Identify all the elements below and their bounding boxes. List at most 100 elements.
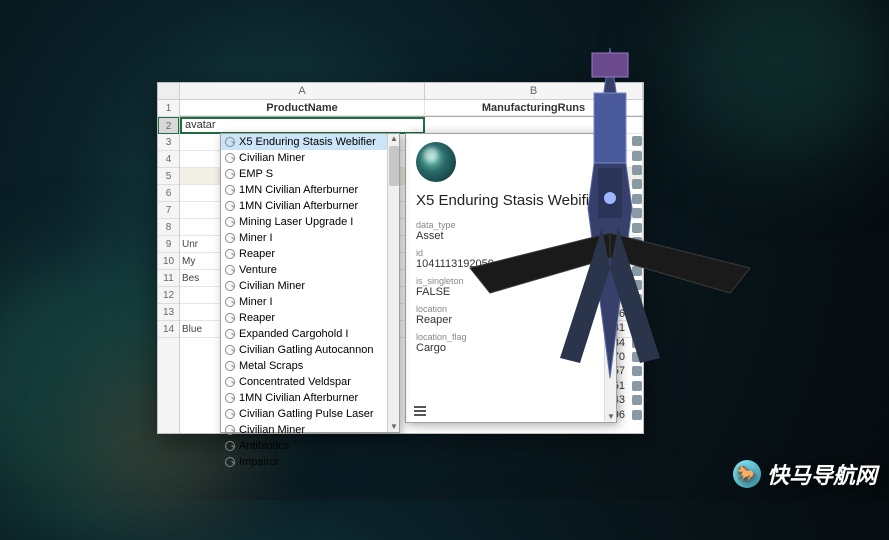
dropdown-item[interactable]: 1MN Civilian Afterburner — [221, 390, 399, 406]
dropdown-item[interactable]: Reaper — [221, 246, 399, 262]
dropdown-item[interactable]: X5 Enduring Stasis Webifier — [221, 134, 399, 150]
scroll-down-icon[interactable]: ▼ — [390, 422, 398, 432]
dropdown-item-label: Civilian Miner — [239, 422, 305, 438]
row-header[interactable]: 7 — [158, 202, 179, 219]
row-header[interactable]: 3 — [158, 134, 179, 151]
active-cell-A2[interactable]: avatar — [180, 117, 425, 134]
card-field-value: Asset — [416, 230, 606, 242]
entity-type-icon — [225, 217, 235, 227]
entity-type-icon — [225, 281, 235, 291]
dropdown-item-label: Metal Scraps — [239, 358, 303, 374]
dropdown-item[interactable]: Reaper — [221, 310, 399, 326]
entity-type-icon — [225, 377, 235, 387]
card-menu-icon[interactable] — [414, 406, 426, 416]
cell[interactable] — [425, 117, 643, 134]
item-mini-icon — [632, 410, 642, 420]
item-mini-icon — [632, 323, 642, 333]
item-mini-icon — [632, 251, 642, 261]
row-header[interactable]: 14 — [158, 321, 179, 338]
entity-type-icon — [225, 425, 235, 435]
card-title: X5 Enduring Stasis Webifier — [416, 192, 606, 210]
row-header[interactable]: 1 — [158, 100, 179, 117]
dropdown-item-label: Reaper — [239, 246, 275, 262]
cell-partial-text: My — [182, 253, 195, 270]
column-header-A[interactable]: A — [180, 83, 425, 99]
dropdown-item[interactable]: Mining Laser Upgrade I — [221, 214, 399, 230]
item-mini-icon — [632, 280, 642, 290]
dropdown-item[interactable]: Miner I — [221, 230, 399, 246]
entity-type-icon — [225, 137, 235, 147]
dropdown-item[interactable]: 1MN Civilian Afterburner — [221, 182, 399, 198]
entity-type-icon — [225, 153, 235, 163]
entity-details-card: X5 Enduring Stasis Webifier data_typeAss… — [405, 133, 617, 423]
dropdown-item[interactable]: Civilian Gatling Autocannon — [221, 342, 399, 358]
header-cell-productname[interactable]: ProductName — [180, 100, 425, 116]
row-header[interactable]: 6 — [158, 185, 179, 202]
dropdown-item[interactable]: Venture — [221, 262, 399, 278]
scroll-thumb[interactable] — [606, 146, 616, 266]
scroll-thumb[interactable] — [389, 146, 399, 186]
card-field-label: location — [416, 304, 606, 314]
card-field-label: location_flag — [416, 332, 606, 342]
row-header[interactable]: 9 — [158, 236, 179, 253]
dropdown-item-label: X5 Enduring Stasis Webifier — [239, 134, 376, 150]
entity-type-icon — [225, 345, 235, 355]
watermark-logo-icon: 🐎 — [733, 460, 761, 488]
dropdown-item[interactable]: Impairor — [221, 454, 399, 470]
dropdown-item-label: Concentrated Veldspar — [239, 374, 351, 390]
dropdown-item[interactable]: Civilian Miner — [221, 278, 399, 294]
select-all-corner[interactable] — [158, 83, 180, 99]
dropdown-item[interactable]: Concentrated Veldspar — [221, 374, 399, 390]
scroll-up-icon[interactable]: ▲ — [390, 134, 398, 144]
table-row: avatar — [180, 117, 643, 134]
row-header[interactable]: 13 — [158, 304, 179, 321]
entity-type-icon — [225, 441, 235, 451]
dropdown-item[interactable]: Expanded Cargohold I — [221, 326, 399, 342]
entity-type-icon — [225, 361, 235, 371]
dropdown-item-label: Civilian Miner — [239, 150, 305, 166]
item-mini-icon — [632, 237, 642, 247]
dropdown-item-label: Civilian Miner — [239, 278, 305, 294]
row-header[interactable]: 2 — [158, 117, 179, 134]
dropdown-item-label: Civilian Gatling Pulse Laser — [239, 406, 374, 422]
row-header[interactable]: 12 — [158, 287, 179, 304]
dropdown-item-label: Antibiotics — [239, 438, 289, 454]
watermark-text: 快马导航网 — [767, 458, 877, 490]
entity-type-icon — [225, 409, 235, 419]
scroll-up-icon[interactable]: ▲ — [607, 134, 615, 144]
dropdown-item[interactable]: Civilian Gatling Pulse Laser — [221, 406, 399, 422]
row-header[interactable]: 11 — [158, 270, 179, 287]
item-mini-icon — [632, 151, 642, 161]
card-scrollbar[interactable]: ▲ ▼ — [604, 134, 616, 422]
dropdown-item[interactable]: Metal Scraps — [221, 358, 399, 374]
dropdown-item[interactable]: Civilian Miner — [221, 150, 399, 166]
dropdown-item[interactable]: Antibiotics — [221, 438, 399, 454]
item-thumbnail-icon — [416, 142, 456, 182]
item-mini-icon — [632, 208, 642, 218]
header-cell-manufacturingruns[interactable]: ManufacturingRuns — [425, 100, 643, 116]
dropdown-item-label: EMP S — [239, 166, 273, 182]
row-header[interactable]: 8 — [158, 219, 179, 236]
dropdown-item[interactable]: Miner I — [221, 294, 399, 310]
dropdown-item[interactable]: 1MN Civilian Afterburner — [221, 198, 399, 214]
dropdown-item[interactable]: EMP S — [221, 166, 399, 182]
entity-type-icon — [225, 297, 235, 307]
row-header[interactable]: 10 — [158, 253, 179, 270]
item-mini-icon — [632, 352, 642, 362]
column-header-B[interactable]: B — [425, 83, 643, 99]
dropdown-scrollbar[interactable]: ▲ ▼ — [387, 134, 399, 432]
item-mini-icon — [632, 381, 642, 391]
watermark: 🐎 快马导航网 — [733, 458, 877, 490]
row-header[interactable]: 4 — [158, 151, 179, 168]
dropdown-item[interactable]: Civilian Miner — [221, 422, 399, 438]
item-mini-icon — [632, 395, 642, 405]
autocomplete-dropdown: X5 Enduring Stasis WebifierCivilian Mine… — [220, 133, 400, 433]
cell-partial-text: Blue — [182, 321, 202, 338]
scroll-down-icon[interactable]: ▼ — [607, 412, 615, 422]
dropdown-item-label: Impairor — [239, 454, 279, 470]
entity-type-icon — [225, 233, 235, 243]
entity-type-icon — [225, 393, 235, 403]
row-header[interactable]: 5 — [158, 168, 179, 185]
item-mini-icon — [632, 165, 642, 175]
item-mini-icon — [632, 366, 642, 376]
